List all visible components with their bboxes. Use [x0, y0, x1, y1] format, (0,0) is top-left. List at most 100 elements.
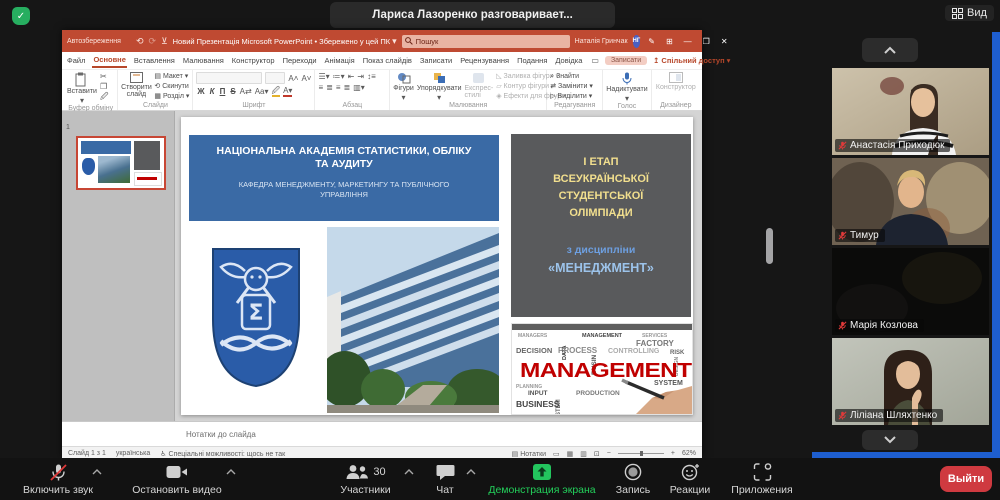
tab-slideshow[interactable]: Показ слайдів: [362, 54, 413, 67]
search-input[interactable]: [402, 35, 570, 48]
columns-icon[interactable]: ▥▾: [353, 83, 365, 92]
character-spacing-icon[interactable]: A⇄: [240, 87, 252, 96]
gallery-scroll-down-button[interactable]: [862, 430, 918, 450]
share-screen-button[interactable]: Демонстрация экрана: [482, 461, 602, 496]
gallery-scroll-up-button[interactable]: [862, 38, 918, 62]
apps-button[interactable]: Приложения: [722, 461, 802, 496]
minimize-button[interactable]: —: [681, 37, 695, 46]
share-button[interactable]: ↥ Спільний доступ ▾: [653, 56, 730, 65]
chat-options-chevron[interactable]: [466, 466, 476, 478]
unmute-button[interactable]: Включить звук: [8, 461, 108, 496]
italic-button[interactable]: К: [209, 87, 216, 96]
reset-button[interactable]: ⟲ Скинути: [154, 82, 189, 91]
accessibility-status[interactable]: ♿ Спеціальні можливості: щось не так: [160, 450, 285, 458]
record-button[interactable]: Запись: [608, 461, 658, 496]
notes-pane[interactable]: Нотатки до слайда: [62, 421, 702, 446]
ribbon-options-icon[interactable]: ⊞: [663, 37, 676, 46]
slide-sorter-view-icon[interactable]: ▦: [567, 450, 574, 458]
line-spacing-icon[interactable]: ↕≡: [367, 72, 376, 81]
change-case-icon[interactable]: Aa▾: [255, 87, 269, 96]
arrange-button[interactable]: Упорядкувати▾: [417, 72, 462, 102]
align-left-icon[interactable]: ≡: [318, 83, 323, 92]
cut-icon[interactable]: ✂: [100, 72, 109, 81]
layout-button[interactable]: ▤ Макет ▾: [154, 72, 189, 81]
restore-button[interactable]: ❐: [700, 37, 713, 46]
paste-button[interactable]: Вставити ▾: [67, 72, 97, 105]
quick-styles-button[interactable]: Експрес-стилі: [465, 72, 494, 99]
scroll-handle[interactable]: [766, 228, 773, 264]
section-button[interactable]: ▦ Розділ ▾: [154, 92, 189, 101]
slide-right-box[interactable]: І ЕТАП ВСЕУКРАЇНСЬКОЇ СТУДЕНТСЬКОЇ ОЛІМП…: [511, 134, 691, 317]
zoom-in-button[interactable]: +: [671, 450, 675, 457]
zoom-slider[interactable]: [618, 453, 664, 454]
bullets-icon[interactable]: ☰▾: [318, 72, 329, 81]
video-options-chevron[interactable]: [226, 466, 236, 478]
shrink-font-icon[interactable]: A˅: [301, 74, 311, 83]
participants-button[interactable]: 30 Участники: [318, 461, 413, 496]
account-avatar[interactable]: НГ: [633, 35, 641, 48]
tab-home[interactable]: Основне: [92, 53, 126, 68]
tab-insert[interactable]: Вставлення: [133, 54, 176, 67]
align-right-icon[interactable]: ≡: [336, 83, 341, 92]
format-painter-icon[interactable]: 🖉: [100, 92, 109, 101]
video-tile-anastasiia[interactable]: Анастасія Приходюк: [832, 68, 989, 155]
dictate-button[interactable]: Надиктувати▾: [606, 72, 647, 103]
redo-icon[interactable]: ⟳: [148, 36, 156, 47]
tab-design[interactable]: Конструктор: [231, 54, 276, 67]
tab-animations[interactable]: Анімація: [324, 54, 356, 67]
undo-icon[interactable]: ⟲: [136, 36, 144, 47]
font-name-combobox[interactable]: [196, 72, 262, 84]
video-tile-mariia[interactable]: Марія Козлова: [832, 248, 989, 335]
slideshow-from-start-icon[interactable]: ⊻: [161, 36, 168, 47]
find-button[interactable]: ⌕ Знайти: [550, 72, 599, 81]
tab-transitions[interactable]: Переходи: [282, 54, 318, 67]
font-color-icon[interactable]: A▾: [283, 86, 292, 97]
slide[interactable]: НАЦІОНАЛЬНА АКАДЕМІЯ СТАТИСТИКИ, ОБЛІКУ …: [181, 117, 693, 415]
zoom-percentage[interactable]: 62%: [682, 450, 696, 457]
tab-file[interactable]: Файл: [66, 54, 86, 67]
audio-options-chevron[interactable]: [92, 466, 102, 478]
leave-meeting-button[interactable]: Выйти: [940, 466, 992, 492]
slide-title-box[interactable]: НАЦІОНАЛЬНА АКАДЕМІЯ СТАТИСТИКИ, ОБЛІКУ …: [189, 135, 499, 221]
reactions-button[interactable]: Реакции: [662, 461, 718, 496]
tab-view[interactable]: Подання: [516, 54, 548, 67]
participants-options-chevron[interactable]: [404, 466, 414, 478]
indent-decrease-icon[interactable]: ⇤: [348, 72, 355, 81]
indent-increase-icon[interactable]: ⇥: [357, 72, 364, 81]
strikethrough-button[interactable]: S: [229, 87, 236, 96]
slide-thumbnail[interactable]: [76, 136, 166, 190]
numbering-icon[interactable]: ≔▾: [333, 72, 345, 81]
highlight-color-icon[interactable]: 🖉: [272, 86, 281, 97]
normal-view-icon[interactable]: ▭: [553, 450, 560, 458]
underline-button[interactable]: П: [219, 87, 227, 96]
slideshow-view-icon[interactable]: ⊡: [594, 450, 600, 458]
tab-record[interactable]: Записати: [419, 54, 453, 67]
grow-font-icon[interactable]: A˄: [288, 74, 298, 83]
tab-review[interactable]: Рецензування: [459, 54, 510, 67]
video-tile-liliana[interactable]: Ліліана Шляхтенко: [832, 338, 989, 425]
video-tile-tymur[interactable]: Тимур: [832, 158, 989, 245]
font-size-combobox[interactable]: [265, 72, 285, 84]
notes-toggle-button[interactable]: ▤ Нотатки: [512, 450, 546, 458]
record-button[interactable]: Записати: [605, 56, 647, 65]
comments-icon[interactable]: ▭: [591, 56, 599, 65]
close-button[interactable]: ✕: [718, 37, 731, 46]
language-indicator[interactable]: українська: [116, 450, 150, 457]
chat-button[interactable]: Чат: [420, 461, 470, 496]
justify-icon[interactable]: ≣: [344, 83, 351, 92]
pen-icon[interactable]: ✎: [645, 37, 658, 46]
designer-button[interactable]: Конструктор: [655, 72, 697, 91]
title-dropdown-icon[interactable]: ▾: [392, 36, 397, 46]
view-button[interactable]: Вид: [945, 5, 994, 21]
zoom-out-button[interactable]: −: [607, 450, 611, 457]
reading-view-icon[interactable]: ▥: [580, 450, 587, 458]
tab-draw[interactable]: Малювання: [182, 54, 225, 67]
select-button[interactable]: ▷ Виділити ▾: [550, 92, 599, 101]
copy-icon[interactable]: ❐: [100, 82, 109, 91]
stop-video-button[interactable]: Остановить видео: [118, 461, 236, 496]
bold-button[interactable]: Ж: [196, 87, 205, 96]
account-name[interactable]: Наталія Гринчак: [575, 38, 628, 45]
shapes-button[interactable]: Фігури▾: [393, 72, 414, 102]
replace-button[interactable]: ⇄ Замінити ▾: [550, 82, 599, 91]
new-slide-button[interactable]: Створити слайд: [121, 72, 151, 98]
